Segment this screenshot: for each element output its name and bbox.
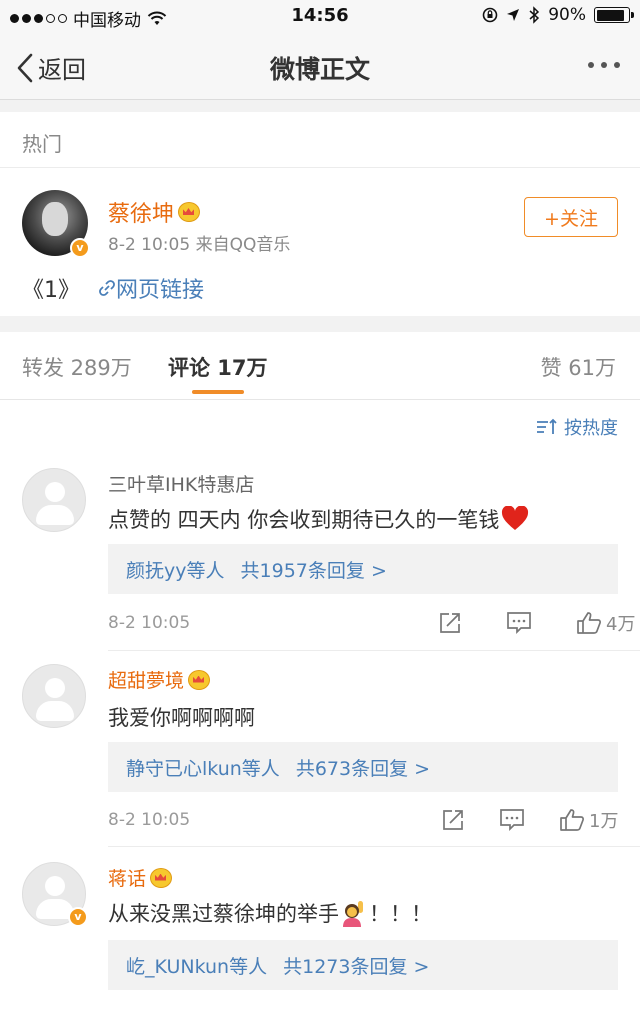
comments-list: 按热度 三叶草IHK特惠店 点赞的 四天内 你会收到期待已久的一笔钱 颜抚yy等… (0, 400, 640, 1011)
comment-text: 从来没黑过蔡徐坤的举手 ！！！ (108, 898, 432, 928)
comment-body: 从来没黑过蔡徐坤的举手 (108, 902, 339, 926)
verified-badge-icon: v (70, 238, 90, 258)
comment-text: 点赞的 四天内 你会收到期待已久的一笔钱 (108, 504, 529, 534)
like-count: 4万 (606, 614, 636, 635)
location-icon (507, 9, 520, 21)
comment-author[interactable]: 蒋话 (108, 864, 173, 891)
reply-button[interactable] (506, 611, 532, 635)
comment-body: 我爱你啊啊啊啊 (108, 706, 255, 730)
tab-reposts[interactable]: 转发 289万 (22, 352, 132, 382)
comment-time: 8-2 10:05 (108, 613, 191, 633)
divider (108, 846, 640, 847)
share-icon (440, 613, 460, 633)
share-button[interactable] (438, 611, 462, 635)
section-label: 热门 (22, 132, 62, 156)
crown-icon (178, 202, 201, 222)
post-author[interactable]: 蔡徐坤 (108, 196, 201, 228)
comment-text: 我爱你啊啊啊啊 (108, 702, 255, 732)
avatar[interactable] (22, 664, 86, 728)
comment-author-name: 蒋话 (108, 868, 147, 890)
comment-author[interactable]: 超甜夢境 (108, 666, 211, 693)
page-title: 微博正文 (269, 55, 370, 84)
reply-count: 共673条回复 > (295, 758, 431, 780)
reply-users: 颜抚yy等人 (126, 560, 225, 582)
like-count: 1万 (589, 811, 619, 832)
tab-comments[interactable]: 评论 17万 (168, 352, 268, 382)
battery-icon (594, 7, 634, 23)
author-name: 蔡徐坤 (108, 202, 175, 227)
status-right: 90% (482, 5, 634, 25)
comment-author-name: 三叶草IHK特惠店 (108, 474, 255, 496)
sort-button[interactable]: 按热度 (536, 414, 618, 440)
like-button[interactable]: 1万 (559, 807, 618, 833)
post-text: 《1》 (22, 278, 80, 303)
comment-actions: 1万 (441, 807, 618, 833)
sort-label: 按热度 (564, 418, 618, 439)
raising-hand-emoji-icon (343, 901, 363, 927)
reply-summary[interactable]: 颜抚yy等人 共1957条回复 > (108, 544, 618, 594)
avatar[interactable] (22, 468, 86, 532)
comment-author[interactable]: 三叶草IHK特惠店 (108, 470, 254, 497)
reply-count: 共1957条回复 > (240, 560, 387, 582)
section-header: 热门 (0, 112, 640, 168)
post-card: v 蔡徐坤 8-2 10:05 来自QQ音乐 +关注 《1》 网页链接 (0, 168, 640, 316)
reply-button[interactable] (499, 808, 525, 832)
sort-icon (537, 418, 557, 434)
rotation-lock-icon (482, 7, 498, 23)
reply-summary[interactable]: 静守已心lkun等人 共673条回复 > (108, 742, 618, 792)
nav-bar: 返回 微博正文 (0, 34, 640, 100)
reply-count: 共1273条回复 > (283, 956, 430, 978)
comment-body: 点赞的 四天内 你会收到期待已久的一笔钱 (108, 508, 500, 532)
thumbs-up-icon (577, 612, 602, 634)
comment-icon (507, 612, 531, 635)
divider (108, 650, 640, 651)
comment-actions: 4万 (438, 610, 635, 636)
crown-icon (150, 867, 173, 888)
comment-author-name: 超甜夢境 (108, 670, 185, 692)
post-meta: 8-2 10:05 来自QQ音乐 (108, 235, 291, 255)
tab-likes[interactable]: 赞 61万 (541, 352, 616, 382)
thumbs-up-icon (560, 809, 585, 831)
reply-summary[interactable]: 屹_KUNkun等人 共1273条回复 > (108, 940, 618, 990)
bluetooth-icon (529, 6, 540, 24)
avatar[interactable]: v (22, 190, 90, 258)
post-content: 《1》 网页链接 (22, 272, 204, 304)
link-icon (99, 280, 115, 296)
reply-users: 静守已心lkun等人 (126, 758, 280, 780)
battery-percent: 90% (548, 5, 586, 25)
active-tab-indicator (192, 390, 244, 394)
comment-time: 8-2 10:05 (108, 810, 191, 830)
status-bar: 中国移动 14:56 90% (0, 0, 640, 34)
link-label: 网页链接 (116, 278, 205, 303)
verified-badge-icon: v (68, 907, 88, 927)
heart-emoji-icon (502, 506, 529, 530)
reply-users: 屹_KUNkun等人 (126, 956, 268, 978)
avatar[interactable]: v (22, 862, 88, 927)
crown-icon (188, 669, 211, 690)
post-tabs: 转发 289万 评论 17万 赞 61万 (0, 332, 640, 400)
comment-icon (500, 809, 524, 832)
comment-body-suffix: ！！！ (369, 902, 432, 926)
like-button[interactable]: 4万 (576, 610, 635, 636)
more-options-icon[interactable] (588, 62, 620, 68)
share-button[interactable] (441, 808, 465, 832)
web-link[interactable]: 网页链接 (98, 272, 204, 304)
follow-button[interactable]: +关注 (524, 197, 618, 237)
share-icon (443, 810, 463, 830)
